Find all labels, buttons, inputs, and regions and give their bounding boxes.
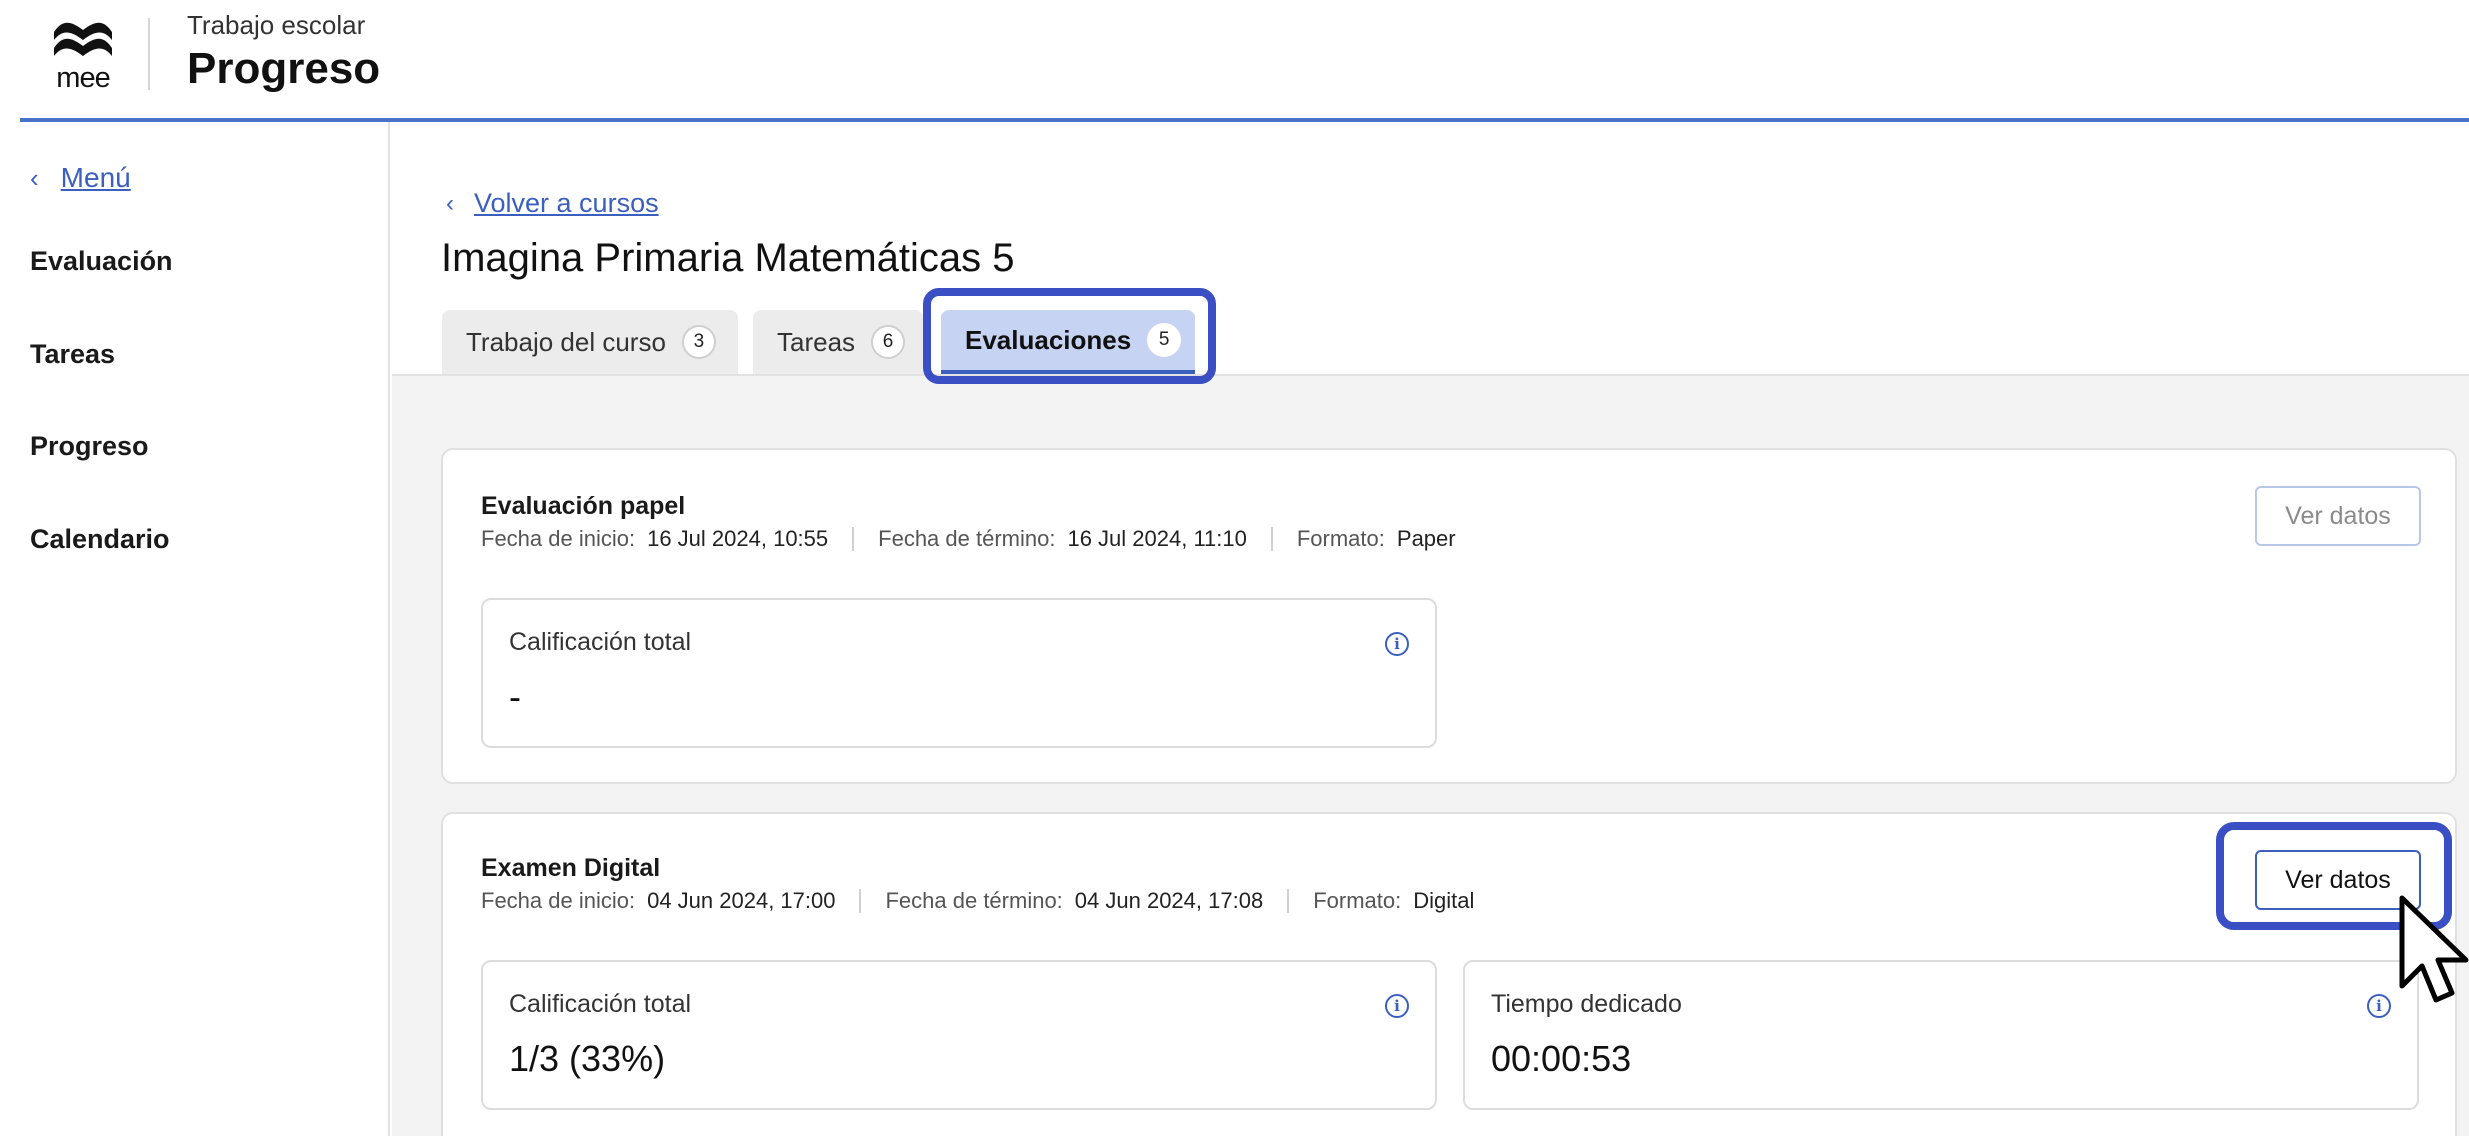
end-date-value: 04 Jun 2024, 17:08 <box>1074 888 1264 913</box>
mouse-pointer-icon <box>2399 895 2469 1003</box>
total-grade-card: Calificación total - i <box>481 598 1437 748</box>
chevron-left-icon: ‹ <box>30 162 39 193</box>
start-date-label: Fecha de inicio: <box>481 526 636 551</box>
meta-divider <box>859 889 862 913</box>
logo-text: mee <box>56 62 110 94</box>
format-value: Paper <box>1396 526 1456 551</box>
tab-tareas[interactable]: Tareas 6 <box>753 310 923 374</box>
stat-label: Calificación total <box>509 628 692 656</box>
tab-label: Tareas <box>777 326 856 357</box>
assessment-meta: Fecha de inicio: 16 Jul 2024, 10:55 Fech… <box>481 526 1456 552</box>
stat-label: Calificación total <box>509 990 692 1018</box>
assessment-card-digital: Examen Digital Fecha de inicio: 04 Jun 2… <box>441 812 2457 1136</box>
start-date-value: 04 Jun 2024, 17:00 <box>647 888 836 913</box>
app-header: mee Trabajo escolar Progreso <box>0 0 2469 122</box>
count-badge: 3 <box>681 325 716 359</box>
meta-divider <box>1287 889 1290 913</box>
info-circle-icon[interactable]: i <box>1385 994 1409 1018</box>
assessment-title: Examen Digital <box>481 854 661 882</box>
sidebar-item-evaluacion[interactable]: Evaluación <box>30 246 173 277</box>
end-date-value: 16 Jul 2024, 11:10 <box>1067 526 1247 551</box>
end-date-label: Fecha de término: <box>885 888 1063 913</box>
info-circle-icon[interactable]: i <box>1385 632 1409 656</box>
stat-value: 00:00:53 <box>1491 1038 1632 1079</box>
sidebar: ‹ Menú Evaluación Tareas Progreso Calend… <box>0 122 390 1136</box>
stat-label: Tiempo dedicado <box>1491 990 1682 1018</box>
info-circle-icon[interactable]: i <box>2367 994 2391 1018</box>
sidebar-item-calendario[interactable]: Calendario <box>30 524 170 555</box>
format-label: Formato: <box>1313 888 1402 913</box>
tab-trabajo-del-curso[interactable]: Trabajo del curso 3 <box>442 310 738 374</box>
meta-divider <box>1270 527 1273 551</box>
page-title: Progreso <box>187 44 381 93</box>
back-to-courses-label[interactable]: Volver a cursos <box>474 188 659 219</box>
end-date-label: Fecha de término: <box>878 526 1056 551</box>
chevron-left-icon: ‹ <box>446 189 454 217</box>
tab-label: Trabajo del curso <box>466 326 666 357</box>
header-subtitle: Trabajo escolar <box>187 10 366 40</box>
meta-divider <box>852 527 855 551</box>
menu-back-link[interactable]: ‹ Menú <box>30 162 131 194</box>
assessment-meta: Fecha de inicio: 04 Jun 2024, 17:00 Fech… <box>481 888 1474 914</box>
assessment-card-paper: Evaluación papel Fecha de inicio: 16 Jul… <box>441 448 2457 784</box>
sidebar-item-progreso[interactable]: Progreso <box>30 431 149 462</box>
start-date-value: 16 Jul 2024, 10:55 <box>647 526 829 551</box>
time-spent-card: Tiempo dedicado 00:00:53 i <box>1463 960 2419 1110</box>
total-grade-card: Calificación total 1/3 (33%) i <box>481 960 1437 1110</box>
ver-datos-button-disabled[interactable]: Ver datos <box>2255 486 2421 546</box>
tab-highlight-frame <box>923 288 1216 384</box>
format-value: Digital <box>1413 888 1475 913</box>
start-date-label: Fecha de inicio: <box>481 888 636 913</box>
header-divider <box>148 18 150 90</box>
stat-value: 1/3 (33%) <box>509 1038 666 1079</box>
menu-back-label[interactable]: Menú <box>61 162 131 194</box>
course-title: Imagina Primaria Matemáticas 5 <box>441 236 1015 280</box>
back-to-courses-link[interactable]: ‹ Volver a cursos <box>446 188 659 219</box>
format-label: Formato: <box>1296 526 1385 551</box>
sidebar-item-tareas[interactable]: Tareas <box>30 339 115 370</box>
stat-value: - <box>509 676 521 717</box>
assessment-title: Evaluación papel <box>481 492 686 520</box>
count-badge: 6 <box>871 325 906 359</box>
